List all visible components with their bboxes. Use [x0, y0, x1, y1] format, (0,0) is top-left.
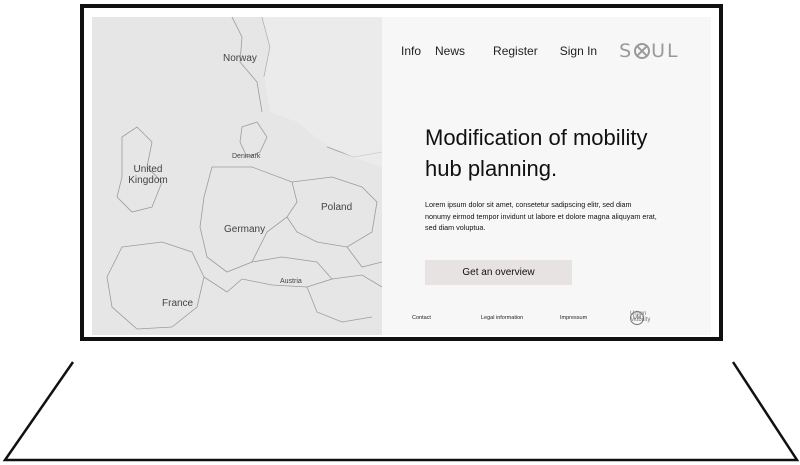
- monitor-stand: [2, 361, 800, 462]
